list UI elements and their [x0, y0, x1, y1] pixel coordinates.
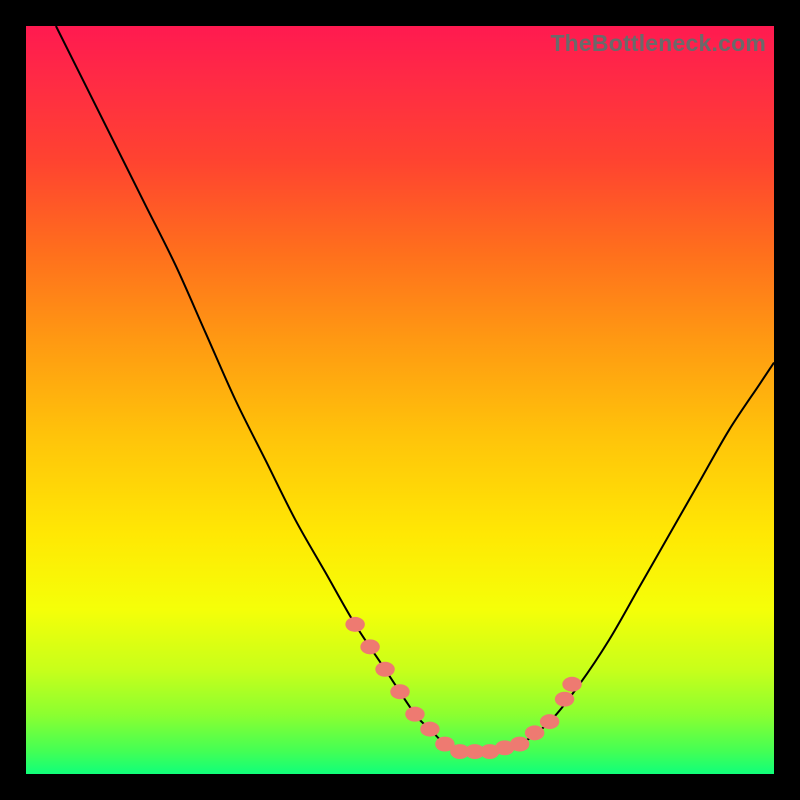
highlight-point — [345, 617, 364, 632]
chart-container: TheBottleneck.com — [0, 0, 800, 800]
chart-svg — [26, 26, 774, 774]
bottleneck-curve — [56, 26, 774, 752]
highlight-point — [405, 707, 424, 722]
highlight-point — [562, 677, 581, 692]
plot-area: TheBottleneck.com — [26, 26, 774, 774]
highlight-point — [420, 722, 439, 737]
highlight-point — [525, 725, 544, 740]
highlight-point — [510, 737, 529, 752]
highlight-point — [360, 639, 379, 654]
highlight-point — [555, 692, 574, 707]
highlight-point — [375, 662, 394, 677]
highlight-markers — [345, 617, 581, 759]
highlight-point — [390, 684, 409, 699]
highlight-point — [540, 714, 559, 729]
